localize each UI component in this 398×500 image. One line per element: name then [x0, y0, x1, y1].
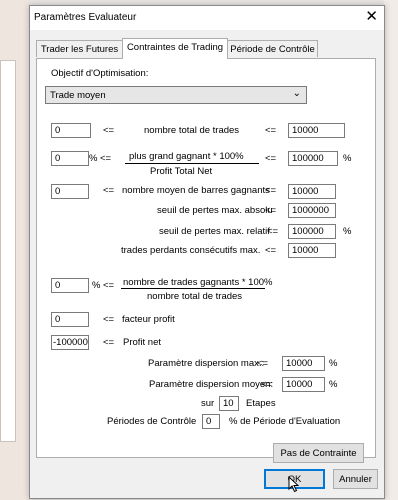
background-window-edge — [0, 60, 16, 442]
consec-losers-input[interactable]: 10000 — [288, 243, 336, 258]
op-le: <= — [100, 153, 112, 164]
control-periods-input[interactable]: 0 — [202, 414, 220, 429]
objective-label: Objectif d'Optimisation: — [51, 68, 149, 79]
winning-trades-denominator: nombre total de trades — [147, 291, 243, 302]
tab-trading-constraints[interactable]: Contraintes de Trading — [122, 38, 228, 59]
op-le: <= — [265, 185, 277, 196]
control-periods-label: Périodes de Contrôle — [107, 416, 197, 427]
op-le: <= — [103, 337, 115, 348]
steps-pre-label: sur — [201, 398, 215, 409]
fraction-line — [125, 163, 259, 164]
dispersion-max-input[interactable]: 10000 — [282, 356, 325, 371]
net-profit-label: Profit net — [123, 337, 162, 348]
loss-abs-label: seuil de pertes max. absolu — [157, 205, 273, 216]
dispersion-avg-input[interactable]: 10000 — [282, 377, 325, 392]
no-constraint-button[interactable]: Pas de Contrainte — [273, 443, 364, 463]
background-right — [384, 0, 398, 500]
consec-losers-label: trades perdants consécutifs max. — [121, 245, 261, 256]
objective-dropdown[interactable]: Trade moyen ⌄ — [45, 86, 307, 104]
op-le: <= — [265, 205, 277, 216]
op-le: <= — [103, 314, 115, 325]
chevron-down-icon: ⌄ — [292, 88, 301, 99]
profit-factor-min-input[interactable]: 0 — [51, 312, 89, 327]
biggest-winner-max-input[interactable]: 100000 — [288, 151, 338, 166]
winning-trades-numerator: nombre de trades gagnants * 100% — [123, 277, 273, 288]
biggest-winner-numerator: plus grand gagnant * 100% — [129, 151, 244, 162]
biggest-winner-denominator: Profit Total Net — [150, 166, 213, 177]
op-le: <= — [265, 153, 277, 164]
percent-unit: % — [343, 153, 352, 164]
op-le: <= — [257, 358, 269, 369]
op-le: <= — [267, 226, 279, 237]
cancel-button[interactable]: Annuler — [333, 469, 378, 489]
total-trades-max-input[interactable]: 10000 — [288, 123, 345, 138]
close-icon[interactable]: ✕ — [365, 8, 378, 26]
op-le: <= — [265, 125, 277, 136]
dialog-title: Paramètres Evaluateur — [34, 12, 137, 23]
evaluator-dialog: Paramètres Evaluateur ✕ Trader les Futur… — [29, 5, 385, 499]
avg-bars-min-input[interactable]: 0 — [51, 184, 89, 199]
op-le: <= — [103, 125, 115, 136]
objective-selected: Trade moyen — [50, 90, 106, 101]
title-bar: Paramètres Evaluateur ✕ — [30, 6, 384, 30]
op-le: <= — [265, 245, 277, 256]
loss-rel-label: seuil de pertes max. relatif — [159, 226, 270, 237]
percent-unit: % — [343, 226, 352, 237]
winning-trades-min-input[interactable]: 0 — [51, 278, 89, 293]
biggest-winner-min-input[interactable]: 0 — [51, 151, 89, 166]
op-le: <= — [261, 379, 273, 390]
tab-control-period[interactable]: Période de Contrôle — [227, 40, 318, 57]
loss-rel-input[interactable]: 100000 — [288, 224, 336, 239]
steps-post-label: Etapes — [246, 398, 276, 409]
percent-unit: % — [329, 358, 338, 369]
steps-input[interactable]: 10 — [219, 396, 239, 411]
total-trades-label: nombre total de trades — [144, 125, 240, 136]
op-le: <= — [103, 185, 115, 196]
loss-abs-input[interactable]: 1000000 — [288, 203, 336, 218]
net-profit-min-input[interactable]: -100000( — [51, 335, 89, 350]
fraction-line — [121, 288, 265, 289]
avg-bars-max-input[interactable]: 10000 — [288, 184, 336, 199]
percent-unit: % — [329, 379, 338, 390]
dispersion-max-label: Paramètre dispersion max.: — [148, 358, 265, 369]
dispersion-avg-label: Paramètre dispersion moyen: — [149, 379, 274, 390]
op-le: <= — [103, 280, 115, 291]
total-trades-min-input[interactable]: 0 — [51, 123, 91, 138]
percent-unit: % — [92, 280, 101, 291]
avg-bars-label: nombre moyen de barres gagnants — [122, 185, 270, 196]
control-periods-post-label: % de Période d'Evaluation — [229, 416, 341, 427]
percent-unit: % — [89, 153, 98, 164]
profit-factor-label: facteur profit — [122, 314, 175, 325]
constraints-panel: Objectif d'Optimisation: Trade moyen ⌄ 0… — [36, 58, 376, 463]
mouse-cursor-icon — [288, 476, 300, 493]
tab-trader-futures[interactable]: Trader les Futures — [36, 40, 123, 57]
